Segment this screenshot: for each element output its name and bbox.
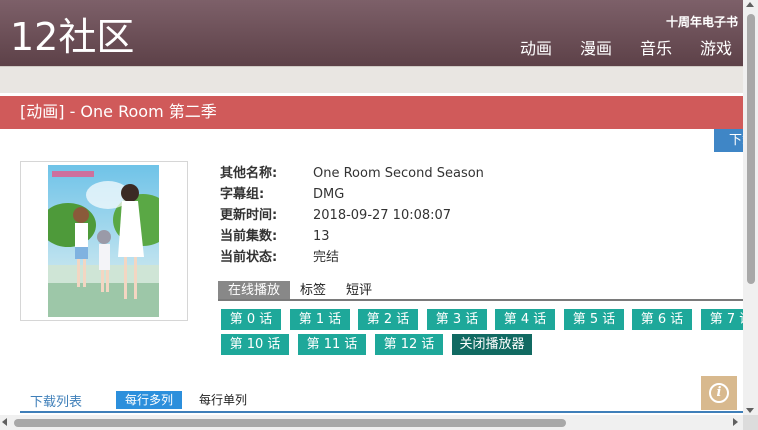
scroll-right-arrow-icon[interactable] [733,418,738,426]
anime-info: 其他名称: One Room Second Season 字幕组: DMG 更新… [220,163,484,268]
info-value: 13 [313,229,330,244]
page-title-bar: [动画] - One Room 第二季 [0,96,758,129]
episode-button[interactable]: 第 1 话 [290,309,350,330]
info-value: 完结 [313,250,340,265]
episode-button[interactable]: 第 6 话 [632,309,692,330]
info-row-updated: 更新时间: 2018-09-27 10:08:07 [220,205,484,226]
info-row-status: 当前状态: 完结 [220,247,484,268]
scroll-up-arrow-icon[interactable] [746,2,754,7]
info-icon: i [709,383,729,403]
tab-short-reviews[interactable]: 短评 [336,281,382,299]
info-key: 当前集数: [220,229,278,244]
info-key: 字幕组: [220,187,265,202]
info-row-episodes: 当前集数: 13 [220,226,484,247]
site-logo[interactable]: 12社区 [10,14,134,60]
nav-item-anime[interactable]: 动画 [506,38,566,60]
info-key: 更新时间: [220,208,278,223]
nav-item-games[interactable]: 游戏 [686,38,746,60]
episode-button[interactable]: 第 4 话 [495,309,555,330]
info-value: One Room Second Season [313,166,484,181]
site-header: 12社区 十周年电子书 动画 漫画 音乐 游戏 [0,0,758,66]
mode-single-column[interactable]: 每行单列 [190,391,256,409]
vertical-scroll-thumb[interactable] [747,14,755,284]
tab-tags[interactable]: 标签 [290,281,336,299]
content-tabs: 在线播放 标签 短评 [218,281,758,301]
vertical-scrollbar[interactable] [743,0,758,430]
episode-button[interactable]: 第 12 话 [375,334,443,355]
close-player-button[interactable]: 关闭播放器 [452,334,532,355]
episode-button[interactable]: 第 11 话 [298,334,366,355]
episode-button[interactable]: 第 10 话 [221,334,289,355]
page-title: [动画] - One Room 第二季 [20,102,217,121]
scrollbar-corner [743,415,758,430]
mode-multi-column[interactable]: 每行多列 [116,391,183,409]
episode-button[interactable]: 第 3 话 [427,309,487,330]
info-key: 当前状态: [220,250,278,265]
episode-button[interactable]: 第 2 话 [358,309,418,330]
promo-link[interactable]: 十周年电子书 [666,13,738,30]
poster-frame [20,161,188,321]
tab-online-play[interactable]: 在线播放 [218,281,291,299]
scroll-left-arrow-icon[interactable] [2,418,7,426]
episode-button[interactable]: 第 0 话 [221,309,281,330]
sub-bar [0,66,758,93]
info-row-alt-name: 其他名称: One Room Second Season [220,163,484,184]
nav-item-manga[interactable]: 漫画 [566,38,626,60]
download-list-header: 下载列表 每行多列 每行单列 [20,389,743,413]
episode-button[interactable]: 第 5 话 [564,309,624,330]
info-value: DMG [313,187,345,202]
info-button[interactable]: i [701,376,737,410]
horizontal-scroll-thumb[interactable] [14,419,566,427]
episode-list: 第 0 话 第 1 话 第 2 话 第 3 话 第 4 话 第 5 话 第 6 … [221,309,758,357]
download-list-title: 下载列表 [30,395,83,410]
poster-image [48,165,159,317]
horizontal-scrollbar[interactable] [0,415,743,430]
info-row-fansub: 字幕组: DMG [220,184,484,205]
info-key: 其他名称: [220,166,278,181]
main-nav: 动画 漫画 音乐 游戏 [506,38,746,60]
nav-item-music[interactable]: 音乐 [626,38,686,60]
scroll-down-arrow-icon[interactable] [746,408,754,413]
info-value: 2018-09-27 10:08:07 [313,208,452,223]
